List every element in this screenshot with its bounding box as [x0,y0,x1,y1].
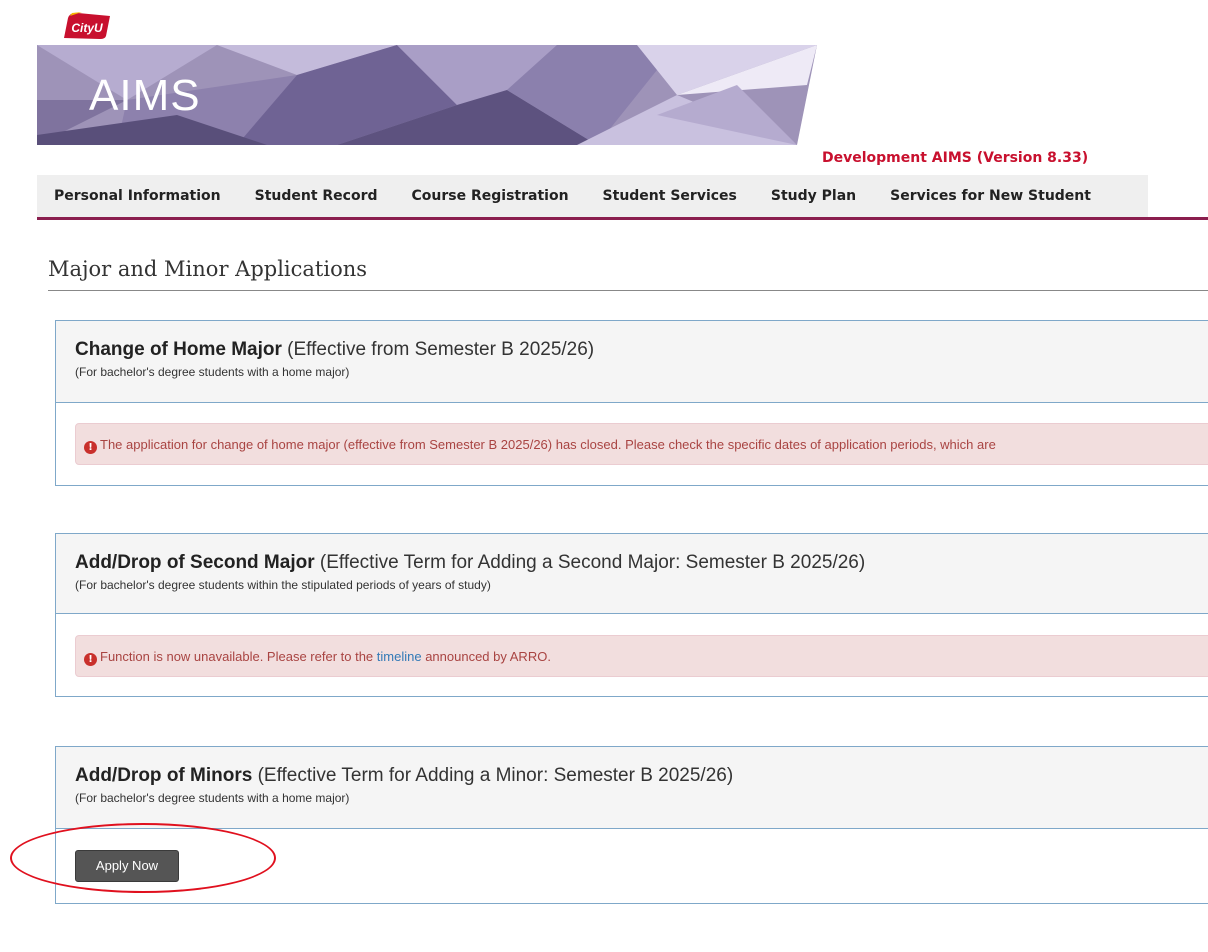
aims-banner: AIMS [37,45,1208,145]
cityu-logo: CityU [62,10,114,40]
title-divider [48,290,1208,291]
panel-minors: Add/Drop of Minors (Effective Term for A… [55,746,1208,904]
exclamation-icon: ! [84,441,97,454]
panel-subtitle: (For bachelor's degree students with a h… [75,365,350,379]
panel-title: Change of Home Major (Effective from Sem… [75,339,1197,361]
nav-item-student-services[interactable]: Student Services [586,175,754,217]
exclamation-icon: ! [84,653,97,666]
panel-title-bold: Add/Drop of Second Major [75,552,315,573]
nav-item-student-record[interactable]: Student Record [238,175,395,217]
alert-text: The application for change of home major… [100,437,996,452]
apply-now-button[interactable]: Apply Now [75,850,179,882]
panel-title: Add/Drop of Second Major (Effective Term… [75,552,1197,574]
alert-text-after: announced by ARRO. [421,649,551,664]
panel-title-rest: (Effective Term for Adding a Minor: Seme… [252,765,734,786]
unavailable-alert: ! Function is now unavailable. Please ref… [75,635,1208,677]
version-label: Development AIMS (Version 8.33) [822,150,1089,166]
alert-text-before: Function is now unavailable. Please refe… [100,649,377,664]
panel-title-bold: Change of Home Major [75,339,282,360]
panel-subtitle: (For bachelor's degree students with a h… [75,791,350,805]
nav-item-study-plan[interactable]: Study Plan [754,175,873,217]
panel-second-major: Add/Drop of Second Major (Effective Term… [55,533,1208,697]
banner-title: AIMS [89,71,201,120]
panel-title-bold: Add/Drop of Minors [75,765,253,786]
nav-item-course-registration[interactable]: Course Registration [395,175,586,217]
panel-title-rest: (Effective Term for Adding a Second Majo… [314,552,866,573]
timeline-link[interactable]: timeline [377,649,422,664]
nav-item-services-new-student[interactable]: Services for New Student [873,175,1108,217]
panel-title: Add/Drop of Minors (Effective Term for A… [75,765,1197,787]
closed-alert: ! The application for change of home majo… [75,423,1208,465]
panel-subtitle: (For bachelor's degree students within t… [75,578,491,592]
page-title: Major and Minor Applications [48,257,368,281]
main-nav: Personal Information Student Record Cour… [37,175,1208,220]
panel-change-home-major: Change of Home Major (Effective from Sem… [55,320,1208,486]
logo-text: CityU [71,21,103,35]
panel-title-rest: (Effective from Semester B 2025/26) [281,339,595,360]
nav-item-personal-information[interactable]: Personal Information [37,175,238,217]
